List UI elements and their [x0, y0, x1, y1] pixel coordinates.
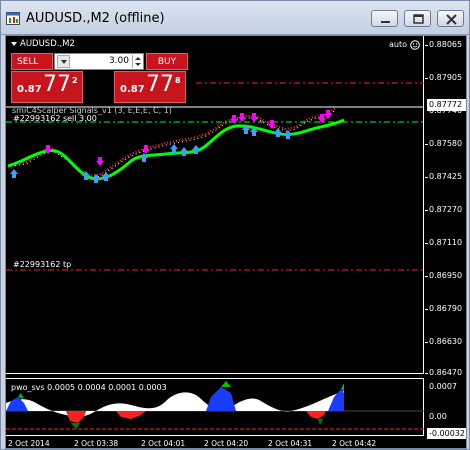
price-pane[interactable]: AUDUSD.,M2 SELL 3.00 BUY 0.87 77 2 0.87 … — [6, 36, 424, 374]
one-click-trading-panel: SELL 3.00 BUY 0.87 77 2 0.87 77 8 — [11, 52, 191, 104]
buy-price-pips: 77 — [146, 72, 174, 97]
price-axis[interactable]: 0.88065 0.87905 0.87740 0.87580 0.87425 … — [425, 36, 466, 448]
price-tick: 0.86790 — [429, 304, 463, 313]
sell-button[interactable]: SELL — [11, 53, 53, 70]
minimize-button[interactable] — [371, 10, 398, 27]
down-arrow-icon — [324, 110, 332, 119]
time-tick: 2 Oct 04:42 — [332, 439, 377, 448]
price-tick: 0.86630 — [429, 337, 463, 346]
down-arrow-icon — [238, 113, 246, 122]
price-tick: 0.86470 — [429, 368, 463, 377]
indicator-pane[interactable]: pwo_svs 0.0005 0.0004 0.0001 0.0003 — [6, 378, 424, 436]
price-tick: 0.86950 — [429, 271, 463, 280]
up-arrow-icon — [274, 128, 282, 137]
up-arrow-icon — [284, 130, 292, 139]
time-tick: 2 Oct 04:31 — [268, 439, 313, 448]
buy-button[interactable]: BUY — [146, 53, 188, 70]
time-tick: 2 Oct 04:20 — [204, 439, 249, 448]
time-tick: 2 Oct 04:01 — [141, 439, 186, 448]
symbol-label: AUDUSD.,M2 — [20, 39, 75, 49]
lot-spinner-icon[interactable] — [132, 55, 142, 68]
price-tick: 0.87905 — [429, 73, 463, 82]
dropdown-arrow-icon — [11, 41, 17, 46]
chart-canvas[interactable]: AUDUSD.,M2 SELL 3.00 BUY 0.87 77 2 0.87 … — [5, 35, 467, 449]
down-arrow-icon — [250, 113, 258, 122]
indicator-current-value: -0.00032 — [427, 428, 466, 439]
up-arrow-icon — [10, 169, 18, 178]
lot-value: 3.00 — [108, 56, 129, 66]
down-arrow-icon — [230, 115, 238, 124]
price-tick: 0.87270 — [429, 205, 463, 214]
time-tick: 2 Oct 03:38 — [74, 439, 119, 448]
window-title: AUDUSD.,M2 (offline) — [26, 11, 165, 26]
lot-size-field[interactable]: 3.00 — [54, 53, 144, 70]
title-bar[interactable]: AUDUSD.,M2 (offline) — [1, 1, 469, 35]
lot-dropdown-icon[interactable] — [57, 55, 70, 68]
price-tick: 0.87110 — [429, 238, 463, 247]
smiley-icon — [410, 40, 420, 50]
sell-price-button[interactable]: 0.87 77 2 — [11, 71, 83, 103]
chart-window-icon — [6, 12, 20, 25]
buy-price-fraction: 8 — [175, 76, 181, 85]
close-button[interactable] — [437, 10, 464, 27]
up-arrow-icon — [92, 174, 100, 183]
buy-price-button[interactable]: 0.87 77 8 — [114, 71, 186, 103]
indicator-name-label: pwo_svs 0.0005 0.0004 0.0001 0.0003 — [11, 383, 167, 392]
price-tick: 0.87425 — [429, 172, 463, 181]
take-profit-label: #22993162 tp — [13, 260, 72, 269]
down-arrow-icon — [142, 145, 150, 154]
down-arrow-icon — [96, 157, 104, 166]
close-icon — [446, 14, 457, 25]
restore-button[interactable] — [404, 10, 431, 27]
price-tick: 0.87580 — [429, 139, 463, 148]
order-label: #22993162 sell 3.00 — [13, 114, 97, 123]
time-tick: 2 Oct 2014 — [8, 439, 50, 448]
symbol-selector[interactable]: AUDUSD.,M2 — [11, 39, 75, 49]
auto-trading-label: auto — [389, 40, 408, 49]
restore-icon — [413, 14, 424, 24]
sell-price-fraction: 2 — [72, 76, 78, 85]
time-axis: 2 Oct 2014 2 Oct 03:38 2 Oct 04:01 2 Oct… — [6, 438, 424, 448]
current-price-label: 0.87772 — [427, 99, 466, 111]
indicator-axis-tick: 0.00 — [429, 412, 447, 421]
minimize-icon — [381, 21, 390, 23]
sell-price-pips: 77 — [43, 72, 71, 97]
indicator-axis-tick: 0.0007 — [429, 382, 457, 391]
price-tick: 0.88065 — [429, 40, 463, 49]
chart-window: AUDUSD.,M2 (offline) AUDUSD.,M2 SELL 3.0… — [0, 0, 470, 450]
buy-price-prefix: 0.87 — [120, 84, 145, 95]
sell-price-prefix: 0.87 — [17, 84, 42, 95]
up-arrow-icon — [180, 147, 188, 156]
